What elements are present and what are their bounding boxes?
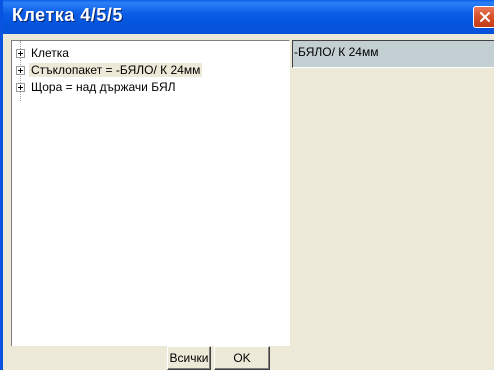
tree-node-label: Стъклопакет = -БЯЛО/ К 24мм (29, 63, 203, 77)
expand-plus-icon[interactable] (16, 65, 25, 75)
expand-plus-icon[interactable] (16, 82, 25, 92)
window-title: Клетка 4/5/5 (12, 5, 123, 25)
tree-node-kletka[interactable]: Клетка (16, 45, 71, 61)
selected-value-field[interactable]: -БЯЛО/ К 24мм (292, 40, 494, 68)
close-icon (479, 11, 491, 23)
tree-node-glass-unit[interactable]: Стъклопакет = -БЯЛО/ К 24мм (16, 62, 203, 78)
tree-node-label: Щора = над държачи БЯЛ (31, 80, 176, 94)
ok-button[interactable]: OK (214, 346, 270, 370)
dialog-window: Клетка 4/5/5 Клетка Стъклопакет = -БЯЛО/… (0, 0, 494, 370)
title-bar[interactable]: Клетка 4/5/5 (3, 0, 494, 34)
expand-plus-icon[interactable] (16, 48, 25, 58)
button-bar: Всички OK (11, 346, 290, 370)
tree-node-label: Клетка (31, 46, 69, 60)
tree-node-blind[interactable]: Щора = над държачи БЯЛ (16, 79, 178, 95)
all-button[interactable]: Всички (167, 346, 211, 370)
close-button[interactable] (473, 6, 494, 28)
tree-view[interactable]: Клетка Стъклопакет = -БЯЛО/ К 24мм Щора … (11, 40, 290, 368)
value-panel: -БЯЛО/ К 24мм (292, 40, 494, 370)
